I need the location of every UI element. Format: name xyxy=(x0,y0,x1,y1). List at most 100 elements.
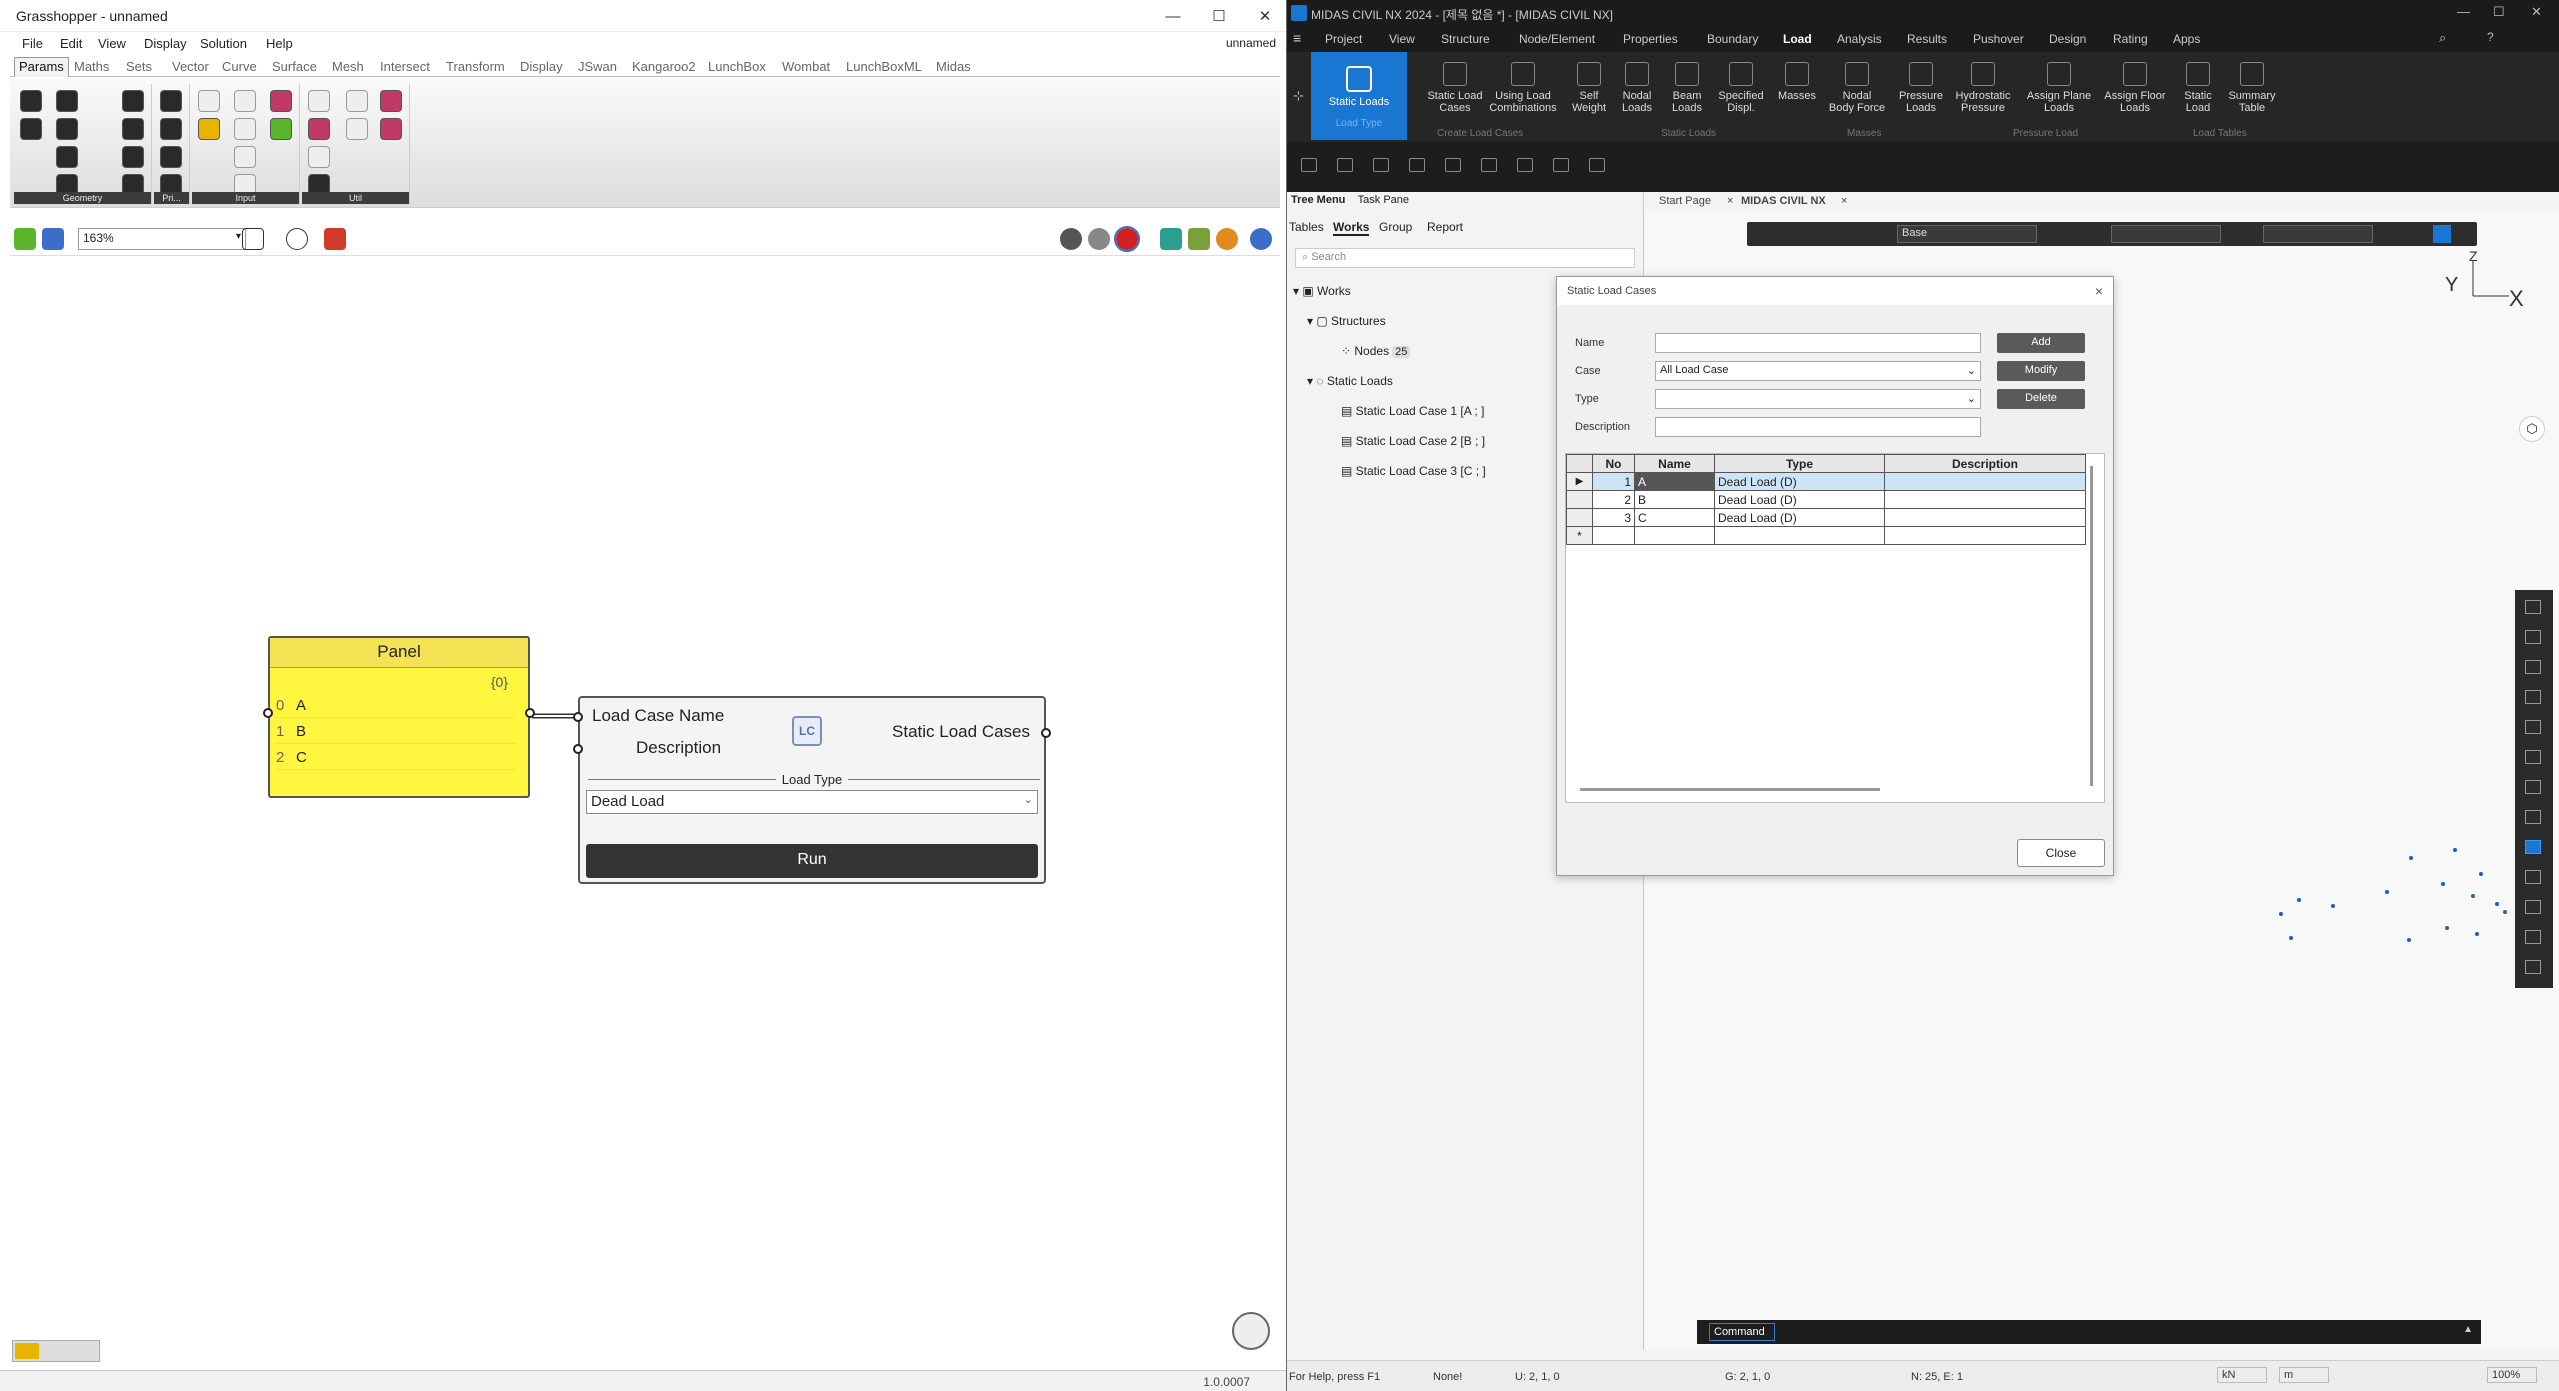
mesh-settings-icon[interactable] xyxy=(1188,228,1210,250)
status-orb-icon[interactable] xyxy=(1232,1312,1270,1350)
menu-solution[interactable]: Solution xyxy=(200,36,247,51)
tree-icon[interactable] xyxy=(308,146,330,168)
view-dropdown-2[interactable] xyxy=(2263,225,2373,243)
cell-no[interactable]: 3 xyxy=(1592,508,1635,527)
colour-swatch-icon[interactable] xyxy=(270,118,292,140)
using-load-combinations-button[interactable]: Using Load Combinations xyxy=(1483,62,1563,114)
tool-icon[interactable] xyxy=(2525,930,2541,944)
panel-mode-icon[interactable] xyxy=(15,1343,39,1359)
minimize-button[interactable]: — xyxy=(2457,4,2470,19)
cell-name[interactable]: C xyxy=(1634,508,1715,527)
model-node[interactable] xyxy=(2471,894,2475,898)
pressure-loads-button[interactable]: Pressure Loads xyxy=(1895,62,1947,114)
new-icon[interactable] xyxy=(1301,158,1317,172)
assign-plane-loads-button[interactable]: Assign Plane Loads xyxy=(2023,62,2095,114)
wireframe-icon[interactable] xyxy=(1088,228,1110,250)
tab-midas-civil[interactable]: MIDAS CIVIL NX xyxy=(1741,195,1826,207)
tool-icon[interactable] xyxy=(2525,780,2541,794)
tab-surface[interactable]: Surface xyxy=(272,59,317,74)
description-input[interactable] xyxy=(1655,417,1981,437)
hydrostatic-pressure-button[interactable]: Hydrostatic Pressure xyxy=(1949,62,2017,114)
tab-transform[interactable]: Transform xyxy=(446,59,505,74)
tree-node-nodes[interactable]: ⁘ Nodes 25 xyxy=(1341,344,1411,358)
cell-name[interactable] xyxy=(1634,526,1715,545)
case-dropdown[interactable]: All Load Case ⌄ xyxy=(1655,361,1981,381)
self-weight-button[interactable]: Self Weight xyxy=(1567,62,1611,114)
tab-mesh[interactable]: Mesh xyxy=(332,59,364,74)
tree-node-load-case[interactable]: ▤ Static Load Case 1 [A ; ] xyxy=(1341,404,1484,418)
cell-description[interactable] xyxy=(1884,490,2086,509)
menu-load[interactable]: Load xyxy=(1783,32,1812,46)
tool-icon[interactable] xyxy=(2525,870,2541,884)
tab-vector[interactable]: Vector xyxy=(172,59,209,74)
menu-design[interactable]: Design xyxy=(2049,32,2086,46)
tab-lunchbox[interactable]: LunchBox xyxy=(708,59,766,74)
menu-rating[interactable]: Rating xyxy=(2113,32,2148,46)
input-port-name[interactable] xyxy=(573,712,583,722)
curve-icon[interactable] xyxy=(56,118,78,140)
type-dropdown[interactable]: ⌄ xyxy=(1655,389,1981,409)
view-cube-icon[interactable]: ⬡ xyxy=(2519,416,2545,442)
model-node[interactable] xyxy=(2331,904,2335,908)
tab-kangaroo2[interactable]: Kangaroo2 xyxy=(632,59,696,74)
output-port[interactable] xyxy=(1041,728,1051,738)
menu-boundary[interactable]: Boundary xyxy=(1707,32,1758,46)
model-node[interactable] xyxy=(2289,936,2293,940)
tree-node-load-case[interactable]: ▤ Static Load Case 3 [C ; ] xyxy=(1341,464,1486,478)
model-node[interactable] xyxy=(2445,926,2449,930)
shaded-preview-icon[interactable] xyxy=(1114,226,1140,252)
nodal-loads-button[interactable]: Nodal Loads xyxy=(1615,62,1659,114)
menu-view[interactable]: View xyxy=(98,36,126,51)
flask-icon[interactable] xyxy=(380,118,402,140)
circle-icon[interactable] xyxy=(56,90,78,112)
arc-icon[interactable] xyxy=(56,146,78,168)
save-icon[interactable] xyxy=(42,228,64,250)
table-row[interactable]: 2 B Dead Load (D) xyxy=(1566,490,2086,509)
force-unit-dropdown[interactable]: kN xyxy=(2217,1367,2267,1383)
delete-button[interactable]: Delete xyxy=(1997,389,2085,409)
tool-icon[interactable] xyxy=(2525,960,2541,974)
pin-icon[interactable]: ⊹ xyxy=(1293,88,1304,104)
static-load-cases-component[interactable]: Load Case Name Description LC Static Loa… xyxy=(573,696,1051,884)
zoom-extents-icon[interactable] xyxy=(242,228,264,250)
model-node[interactable] xyxy=(2385,890,2389,894)
toggle-icon[interactable] xyxy=(198,90,220,112)
tool-icon[interactable] xyxy=(2525,720,2541,734)
boolean-icon[interactable] xyxy=(160,90,182,112)
load-type-dropdown[interactable]: Dead Load ⌄ xyxy=(586,790,1038,814)
model-node[interactable] xyxy=(2407,938,2411,942)
open-folder-icon[interactable] xyxy=(1337,158,1353,172)
tab-group[interactable]: Group xyxy=(1379,220,1412,234)
canvas-mode-icons[interactable] xyxy=(12,1340,100,1362)
window-icon[interactable] xyxy=(1553,158,1569,172)
tool-icon[interactable] xyxy=(2525,630,2541,644)
tab-works[interactable]: Works xyxy=(1333,220,1370,236)
tab-jswan[interactable]: JSwan xyxy=(578,59,617,74)
maximize-button[interactable]: ☐ xyxy=(2493,4,2505,20)
menu-help[interactable]: Help xyxy=(266,36,293,51)
integer-icon[interactable] xyxy=(160,118,182,140)
control-knob-icon[interactable] xyxy=(234,118,256,140)
selected-only-icon[interactable] xyxy=(1160,228,1182,250)
specified-displ-button[interactable]: Specified Displ. xyxy=(1711,62,1771,114)
search-icon[interactable]: ⌕ xyxy=(2439,30,2446,46)
chevron-up-icon[interactable]: ▲ xyxy=(2463,1324,2473,1335)
tab-tables[interactable]: Tables xyxy=(1289,220,1324,234)
scribble-icon[interactable] xyxy=(308,90,330,112)
close-icon[interactable]: × xyxy=(1727,195,1733,207)
menu-structure[interactable]: Structure xyxy=(1441,32,1490,46)
jump-icon[interactable] xyxy=(380,90,402,112)
line-icon[interactable] xyxy=(20,118,42,140)
preview-off-icon[interactable] xyxy=(1060,228,1082,250)
tool-icon[interactable] xyxy=(2525,900,2541,914)
tab-sets[interactable]: Sets xyxy=(126,59,152,74)
tool-icon[interactable] xyxy=(2525,660,2541,674)
panel-input-port[interactable] xyxy=(263,708,273,718)
relay-icon[interactable] xyxy=(346,118,368,140)
globe-icon[interactable] xyxy=(1250,228,1272,250)
close-icon[interactable]: × xyxy=(2095,283,2103,299)
load-cases-table[interactable]: No Name Type Description ▶ 1 A Dead Load… xyxy=(1565,453,2105,803)
tab-intersect[interactable]: Intersect xyxy=(380,59,430,74)
menu-node-element[interactable]: Node/Element xyxy=(1519,32,1595,46)
arrow-right-icon[interactable] xyxy=(346,90,368,112)
